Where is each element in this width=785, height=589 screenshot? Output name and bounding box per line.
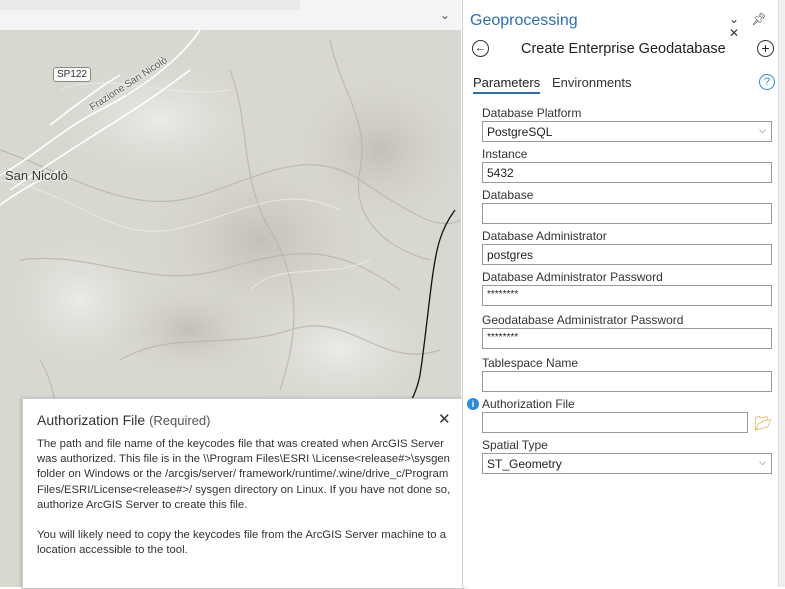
db-admin-password-label: Database Administrator Password: [482, 270, 663, 284]
tablespace-input[interactable]: [482, 371, 772, 392]
database-input[interactable]: [482, 203, 772, 224]
auth-file-input[interactable]: [482, 412, 748, 433]
help-icon[interactable]: ?: [759, 74, 775, 90]
pane-title: Geoprocessing: [470, 12, 578, 29]
required-note: (Required): [149, 413, 211, 428]
map-toolbar: ⌄: [0, 0, 461, 31]
place-label: San Nicolò: [5, 168, 68, 183]
tab-environments[interactable]: Environments: [552, 75, 631, 90]
instance-label: Instance: [482, 147, 528, 161]
close-icon[interactable]: ✕: [729, 26, 739, 40]
auth-file-label: Authorization File: [482, 397, 575, 411]
map-tab-strip: [0, 0, 300, 10]
spatial-type-dropdown[interactable]: ST_Geometry ⌵: [482, 453, 772, 474]
back-button[interactable]: ←: [472, 40, 489, 57]
database-platform-value: PostgreSQL: [487, 125, 553, 139]
parameter-help-popup: Authorization File (Required) ✕ The path…: [22, 398, 464, 589]
gdb-admin-password-label: Geodatabase Administrator Password: [482, 313, 684, 327]
database-label: Database: [482, 188, 534, 202]
chevron-down-icon: ⌵: [759, 457, 766, 467]
geoprocessing-pane: Geoprocessing ⌄ 📌︎ ✕ ← Create Enterprise…: [462, 0, 779, 587]
tool-title: Create Enterprise Geodatabase: [521, 41, 726, 57]
tablespace-label: Tablespace Name: [482, 356, 579, 370]
arrow-left-icon: ←: [475, 42, 486, 54]
chevron-down-icon[interactable]: ⌄: [440, 8, 450, 22]
popup-title-text: Authorization File: [37, 412, 146, 428]
close-icon[interactable]: ✕: [438, 410, 451, 428]
plus-icon: +: [761, 40, 770, 56]
gdb-admin-password-input[interactable]: ********: [482, 328, 772, 349]
popup-paragraph: You will likely need to copy the keycode…: [37, 529, 446, 557]
tab-parameters[interactable]: Parameters: [473, 75, 541, 94]
popup-title: Authorization File (Required): [37, 412, 210, 428]
add-button[interactable]: +: [757, 40, 774, 57]
db-admin-password-input[interactable]: ********: [482, 285, 772, 306]
chevron-down-icon[interactable]: ⌄: [729, 12, 739, 26]
popup-body: The path and file name of the keycodes f…: [37, 437, 451, 573]
chevron-down-icon: ⌵: [759, 125, 766, 135]
db-admin-label: Database Administrator: [482, 229, 607, 243]
instance-input[interactable]: 5432: [482, 162, 772, 183]
popup-paragraph: The path and file name of the keycodes f…: [37, 438, 451, 511]
spatial-type-label: Spatial Type: [482, 438, 548, 452]
info-icon[interactable]: i: [467, 398, 479, 410]
database-platform-dropdown[interactable]: PostgreSQL ⌵: [482, 121, 772, 142]
database-platform-label: Database Platform: [482, 106, 582, 120]
road-shield-badge: SP122: [53, 67, 92, 82]
pin-icon[interactable]: 📌︎: [751, 12, 766, 26]
spatial-type-value: ST_Geometry: [487, 457, 562, 471]
pane-scrollbar[interactable]: [778, 0, 785, 587]
pane-window-controls: ⌄ 📌︎ ✕: [729, 12, 779, 40]
folder-browse-icon[interactable]: 📂︎: [754, 415, 772, 432]
db-admin-input[interactable]: postgres: [482, 244, 772, 265]
